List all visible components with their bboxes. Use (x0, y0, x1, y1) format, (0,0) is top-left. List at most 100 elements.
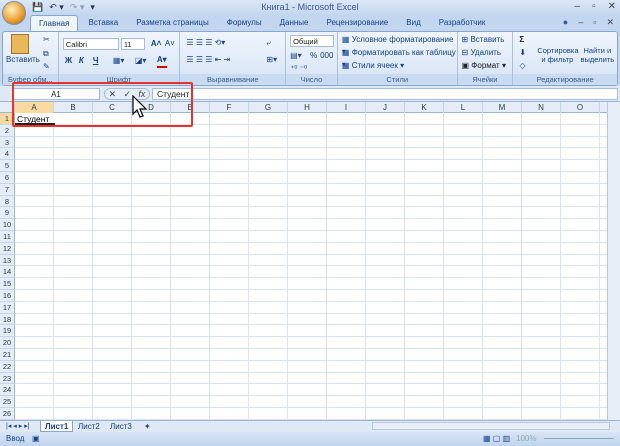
vertical-scrollbar[interactable] (607, 102, 620, 420)
font-color-icon[interactable]: A▾ (156, 54, 167, 68)
tab-developer[interactable]: Разработчик (431, 15, 494, 31)
save-icon[interactable]: 💾 (32, 2, 43, 13)
row-header-16[interactable]: 16 (0, 290, 15, 302)
column-header-K[interactable]: K (405, 102, 444, 113)
number-format-select[interactable]: Общий (290, 35, 335, 47)
row-header-5[interactable]: 5 (0, 160, 15, 172)
wrap-text-icon[interactable]: ⤶ (266, 37, 270, 49)
delete-cells-button[interactable]: ⊟ Удалить (462, 47, 501, 59)
column-header-G[interactable]: G (249, 102, 288, 113)
bold-button[interactable]: Ж (65, 55, 72, 67)
merge-icon[interactable]: ⊞▾ (266, 54, 277, 66)
align-top-icon[interactable]: ☰ ☰ ☰ ⟲▾ (186, 37, 225, 49)
row-header-3[interactable]: 3 (0, 136, 15, 149)
paste-button[interactable]: Вставить (6, 54, 40, 66)
tab-insert[interactable]: Вставка (80, 15, 126, 31)
column-header-I[interactable]: I (327, 102, 366, 113)
underline-button[interactable]: Ч (93, 55, 99, 67)
tab-page-layout[interactable]: Разметка страницы (128, 15, 217, 31)
sheet-tab-2[interactable]: Лист2 (74, 421, 104, 432)
fill-icon[interactable]: ⬇ (519, 47, 526, 59)
row-header-12[interactable]: 12 (0, 242, 15, 255)
zoom-slider[interactable] (544, 438, 614, 439)
tab-formulas[interactable]: Формулы (219, 15, 270, 31)
borders-icon[interactable]: ▦▾ (113, 55, 125, 67)
tab-data[interactable]: Данные (272, 15, 317, 31)
column-header-M[interactable]: M (483, 102, 522, 113)
column-header-O[interactable]: O (561, 102, 600, 113)
row-header-6[interactable]: 6 (0, 172, 15, 184)
paste-icon[interactable] (11, 34, 29, 54)
row-header-25[interactable]: 25 (0, 396, 15, 408)
tab-review[interactable]: Рецензирование (318, 15, 396, 31)
macro-record-icon[interactable]: ▣ (32, 432, 40, 446)
currency-icon[interactable]: ▤▾ (290, 50, 302, 62)
autosum-button[interactable]: Σ (519, 34, 524, 46)
row-header-10[interactable]: 10 (0, 219, 15, 231)
row-header-4[interactable]: 4 (0, 148, 15, 161)
sheet-nav-icon[interactable]: |◂ ◂ ▸ ▸| (2, 421, 34, 432)
column-header-F[interactable]: F (210, 102, 249, 113)
row-header-23[interactable]: 23 (0, 372, 15, 385)
maximize-icon[interactable]: ▫ (592, 1, 596, 12)
row-header-14[interactable]: 14 (0, 266, 15, 279)
minimize-icon[interactable]: – (575, 1, 581, 12)
minimize-icon[interactable]: – (578, 17, 583, 28)
row-header-8[interactable]: 8 (0, 195, 15, 208)
format-painter-icon[interactable]: ✎ (43, 61, 50, 73)
zoom-level[interactable]: 100% (516, 432, 536, 446)
worksheet-grid[interactable]: ABCDEFGHIJKLMNO 1 2 3 4 5 6 7 8 9 10 11 12 13 14 15 16 1… (0, 102, 607, 420)
tab-home[interactable]: Главная (30, 15, 79, 31)
shrink-font-icon[interactable]: A˅ (165, 38, 175, 50)
find-select-button[interactable]: Найти и выделить (579, 46, 615, 64)
close-icon[interactable]: ✕ (608, 1, 616, 12)
align-left-icon[interactable]: ☰ ☰ ☰ ⇤ ⇥ (186, 54, 230, 66)
column-header-N[interactable]: N (522, 102, 561, 113)
redo-icon[interactable]: ↷ ▾ (70, 2, 85, 13)
font-size-select[interactable]: 11 (120, 38, 145, 50)
undo-icon[interactable]: ↶ ▾ (49, 2, 64, 13)
grow-font-icon[interactable]: A˄ (151, 38, 161, 50)
column-header-J[interactable]: J (366, 102, 405, 113)
sheet-tab-3[interactable]: Лист3 (106, 421, 136, 432)
thousands-button[interactable]: 000 (320, 50, 333, 62)
customize-icon[interactable]: ▾ (90, 2, 95, 13)
restore-icon[interactable]: ▫ (593, 17, 596, 28)
row-header-19[interactable]: 19 (0, 325, 15, 338)
row-header-22[interactable]: 22 (0, 360, 15, 373)
row-header-15[interactable]: 15 (0, 278, 15, 290)
fill-color-icon[interactable]: ◪▾ (135, 55, 147, 67)
insert-sheet-icon[interactable]: ✦ (140, 421, 155, 432)
cell-styles-button[interactable]: ▦ Стили ячеек ▾ (342, 60, 404, 72)
office-button[interactable] (2, 1, 26, 25)
italic-button[interactable]: К (79, 55, 84, 67)
help-icon[interactable]: ● (563, 17, 568, 28)
clear-icon[interactable]: ◇ (519, 60, 525, 72)
row-header-9[interactable]: 9 (0, 207, 15, 220)
tab-view[interactable]: Вид (398, 15, 428, 31)
gridline (15, 312, 607, 314)
cut-icon[interactable]: ✂ (43, 34, 50, 46)
row-header-21[interactable]: 21 (0, 349, 15, 361)
row-header-11[interactable]: 11 (0, 231, 15, 243)
row-header-7[interactable]: 7 (0, 183, 15, 196)
format-cells-button[interactable]: ▣ Формат ▾ (462, 60, 506, 72)
insert-cells-button[interactable]: ⊞ Вставить (462, 34, 505, 46)
row-header-13[interactable]: 13 (0, 254, 15, 267)
column-header-L[interactable]: L (444, 102, 483, 113)
row-header-26[interactable]: 26 (0, 408, 15, 420)
view-buttons-icon[interactable]: ▦ ▢ ▥ (483, 432, 510, 446)
sort-filter-button[interactable]: Сортировка и фильтр (537, 46, 578, 64)
percent-button[interactable]: % (310, 50, 317, 62)
horizontal-scrollbar[interactable] (372, 422, 610, 430)
row-header-17[interactable]: 17 (0, 301, 15, 314)
copy-icon[interactable]: ⧉ (43, 48, 49, 60)
formula-input[interactable]: Студент (152, 88, 618, 100)
close-icon[interactable]: ✕ (606, 17, 614, 28)
row-header-24[interactable]: 24 (0, 384, 15, 397)
row-header-18[interactable]: 18 (0, 313, 15, 326)
row-header-20[interactable]: 20 (0, 337, 15, 349)
column-header-H[interactable]: H (288, 102, 327, 113)
font-name-select[interactable]: Calibri (62, 38, 119, 50)
sheet-tab-1[interactable]: Лист1 (40, 421, 74, 432)
